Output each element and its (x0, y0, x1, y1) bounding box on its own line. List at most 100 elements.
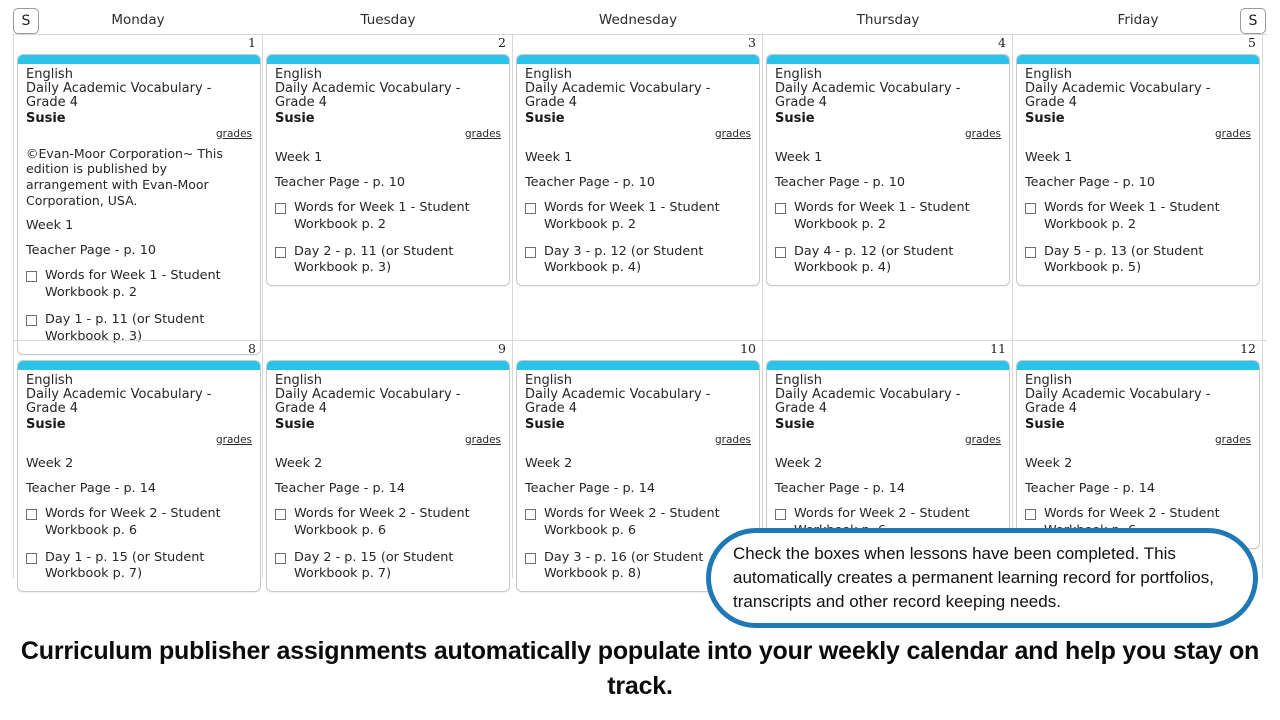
assignment-task-row[interactable]: Words for Week 2 - Student Workbook p. 6 (26, 506, 252, 540)
card-course-title: Daily Academic Vocabulary - Grade 4 (275, 387, 461, 416)
assignment-task-row[interactable]: Words for Week 1 - Student Workbook p. 2 (26, 268, 252, 302)
task-checkbox[interactable] (275, 246, 286, 258)
card-student-name: Susie (1025, 110, 1065, 126)
grades-link[interactable]: grades (525, 434, 751, 446)
card-week-label: Week 2 (275, 455, 323, 471)
task-checkbox[interactable] (26, 552, 37, 564)
calendar-day-cell[interactable]: 3 English Daily Academic Vocabulary - Grad… (513, 35, 763, 340)
task-checkbox[interactable] (1025, 508, 1036, 520)
calendar-day-cell[interactable]: 4 English Daily Academic Vocabulary - Grad… (763, 35, 1013, 340)
task-checkbox[interactable] (775, 246, 786, 258)
calendar-day-cell[interactable]: 5 English Daily Academic Vocabulary - Grad… (1013, 35, 1263, 340)
day-number: 8 (248, 341, 256, 356)
calendar-week-row: 1 English Daily Academic Vocabulary - Grad… (13, 34, 1267, 355)
day-header-thursday: Thursday (856, 12, 920, 28)
assignment-card[interactable]: English Daily Academic Vocabulary - Grade… (1016, 360, 1260, 549)
card-course-title: Daily Academic Vocabulary - Grade 4 (26, 81, 212, 110)
assignment-task-row[interactable]: Day 2 - p. 11 (or Student Workbook p. 3) (275, 244, 501, 278)
task-label: Words for Week 1 - Student Workbook p. 2 (294, 199, 470, 232)
assignment-task-row[interactable]: Words for Week 2 - Student Workbook p. 6 (525, 506, 751, 540)
grades-link[interactable]: grades (1025, 128, 1251, 140)
grades-link[interactable]: grades (775, 128, 1001, 140)
card-subject-color-bar (267, 55, 509, 64)
card-subject: English (1025, 373, 1072, 388)
card-week-label: Week 2 (26, 455, 74, 471)
assignment-card-body: English Daily Academic Vocabulary - Grade… (517, 64, 759, 285)
card-week-label: Week 1 (26, 218, 74, 234)
calendar-day-cell[interactable]: 9 English Daily Academic Vocabulary - Grad… (263, 341, 513, 593)
task-checkbox[interactable] (525, 202, 536, 214)
grades-link[interactable]: grades (275, 128, 501, 140)
assignment-task-row[interactable]: Day 1 - p. 15 (or Student Workbook p. 7) (26, 550, 252, 584)
card-copyright-notice: ©Evan-Moor Corporation~ This edition is … (26, 145, 223, 208)
grades-link[interactable]: grades (1025, 434, 1251, 446)
day-header-tuesday: Tuesday (360, 12, 416, 28)
calendar-day-cell[interactable]: 2 English Daily Academic Vocabulary - Grad… (263, 35, 513, 340)
card-teacher-page: Teacher Page - p. 14 (275, 480, 405, 496)
calendar-grid: 1 English Daily Academic Vocabulary - Grad… (13, 34, 1267, 593)
calendar-day-cell[interactable]: 8 English Daily Academic Vocabulary - Grad… (13, 341, 263, 593)
assignment-card[interactable]: English Daily Academic Vocabulary - Grade… (1016, 54, 1260, 287)
assignment-card-body: English Daily Academic Vocabulary - Grade… (1017, 370, 1259, 548)
assignment-task-row[interactable]: Words for Week 2 - Student Workbook p. 6 (275, 506, 501, 540)
day-header-wednesday: Wednesday (598, 12, 678, 28)
card-teacher-page: Teacher Page - p. 14 (775, 480, 905, 496)
task-checkbox[interactable] (26, 508, 37, 520)
assignment-task-row[interactable]: Words for Week 1 - Student Workbook p. 2 (525, 200, 751, 234)
task-checkbox[interactable] (525, 508, 536, 520)
assignment-task-row[interactable]: Day 3 - p. 12 (or Student Workbook p. 4) (525, 244, 751, 278)
grades-link[interactable]: grades (26, 128, 252, 140)
day-number: 11 (990, 341, 1006, 356)
task-checkbox[interactable] (1025, 246, 1036, 258)
task-checkbox[interactable] (775, 508, 786, 520)
task-checkbox[interactable] (275, 202, 286, 214)
card-course-title: Daily Academic Vocabulary - Grade 4 (525, 387, 711, 416)
grades-link[interactable]: grades (26, 434, 252, 446)
task-checkbox[interactable] (275, 508, 286, 520)
assignment-task-row[interactable]: Day 4 - p. 12 (or Student Workbook p. 4) (775, 244, 1001, 278)
assignment-task-row[interactable]: Words for Week 1 - Student Workbook p. 2 (775, 200, 1001, 234)
assignment-task-row[interactable]: Day 2 - p. 15 (or Student Workbook p. 7) (275, 550, 501, 584)
card-subject: English (775, 67, 822, 82)
task-checkbox[interactable] (1025, 202, 1036, 214)
assignment-card-body: English Daily Academic Vocabulary - Grade… (767, 370, 1009, 548)
card-subject-color-bar (1017, 55, 1259, 64)
card-teacher-page: Teacher Page - p. 14 (525, 480, 655, 496)
card-teacher-page: Teacher Page - p. 10 (525, 174, 655, 190)
assignment-card[interactable]: English Daily Academic Vocabulary - Grade… (17, 360, 261, 593)
task-checkbox[interactable] (26, 271, 37, 283)
calendar-day-cell[interactable]: 1 English Daily Academic Vocabulary - Grad… (13, 35, 263, 355)
task-label: Words for Week 1 - Student Workbook p. 2 (1044, 199, 1220, 232)
task-label: Words for Week 1 - Student Workbook p. 2 (45, 268, 221, 301)
card-subject-color-bar (517, 55, 759, 64)
assignment-card[interactable]: English Daily Academic Vocabulary - Grade… (766, 54, 1010, 287)
assignment-card-body: English Daily Academic Vocabulary - Grade… (18, 64, 260, 354)
assignment-card[interactable]: English Daily Academic Vocabulary - Grade… (17, 54, 261, 355)
assignment-card[interactable]: English Daily Academic Vocabulary - Grade… (266, 54, 510, 287)
grades-link[interactable]: grades (275, 434, 501, 446)
day-header-monday: Monday (111, 12, 165, 28)
assignment-card[interactable]: English Daily Academic Vocabulary - Grade… (766, 360, 1010, 549)
assignment-task-row[interactable]: Day 5 - p. 13 (or Student Workbook p. 5) (1025, 244, 1251, 278)
task-checkbox[interactable] (525, 552, 536, 564)
assignment-card[interactable]: English Daily Academic Vocabulary - Grade… (516, 54, 760, 287)
task-checkbox[interactable] (275, 552, 286, 564)
card-subject: English (275, 373, 322, 388)
card-teacher-page: Teacher Page - p. 10 (26, 243, 156, 259)
callout-text: Check the boxes when lessons have been c… (733, 543, 1214, 612)
assignment-task-row[interactable]: Words for Week 1 - Student Workbook p. 2 (1025, 200, 1251, 234)
page-caption: Curriculum publisher assignments automat… (20, 637, 1260, 700)
grades-link[interactable]: grades (775, 434, 1001, 446)
task-checkbox[interactable] (26, 315, 37, 327)
assignment-card[interactable]: English Daily Academic Vocabulary - Grade… (266, 360, 510, 593)
assignment-task-row[interactable]: Words for Week 1 - Student Workbook p. 2 (275, 200, 501, 234)
card-subject-color-bar (18, 361, 260, 370)
assignment-card-body: English Daily Academic Vocabulary - Grade… (18, 370, 260, 591)
grades-link[interactable]: grades (525, 128, 751, 140)
card-subject-color-bar (18, 55, 260, 64)
card-week-label: Week 1 (1025, 149, 1073, 165)
card-course-title: Daily Academic Vocabulary - Grade 4 (525, 81, 711, 110)
card-course-title: Daily Academic Vocabulary - Grade 4 (775, 387, 961, 416)
task-checkbox[interactable] (775, 202, 786, 214)
task-checkbox[interactable] (525, 246, 536, 258)
